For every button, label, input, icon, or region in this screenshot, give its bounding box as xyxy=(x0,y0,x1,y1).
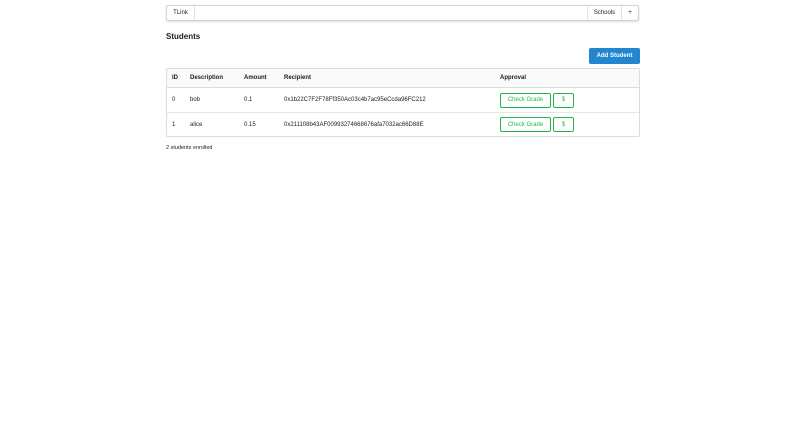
column-header-id: ID xyxy=(167,69,185,88)
column-header-amount: Amount xyxy=(239,69,279,88)
cell-id: 1 xyxy=(167,112,185,136)
cell-id: 0 xyxy=(172,97,176,103)
cell-recipient: 0x211108b43AF00993274668676afa7032ac66D8… xyxy=(279,112,495,136)
table-row: 0 bob 0.1 0x1b22C7F2F78Ff350Ac03c4b7ac95… xyxy=(167,88,639,112)
cell-amount: 0.1 xyxy=(244,97,253,103)
schools-link[interactable]: Schools xyxy=(587,6,621,20)
page-title: Students xyxy=(166,32,201,41)
enrollment-count: 2 students enrolled xyxy=(166,145,213,151)
table-row: 1 alice 0.15 0x211108b43AF00993274668676… xyxy=(167,112,639,136)
check-grade-button[interactable]: Check Grade xyxy=(500,92,551,108)
cell-amount: 0.15 xyxy=(239,112,279,136)
pay-button[interactable]: $ xyxy=(553,92,574,108)
students-table: ID Description Amount Recipient Approval… xyxy=(166,68,640,137)
brand-link[interactable]: TLink xyxy=(167,6,195,20)
cell-approval: Check Grade $ xyxy=(495,112,639,136)
cell-description: alice xyxy=(185,112,239,136)
column-header-approval: Approval xyxy=(495,69,639,88)
pay-button[interactable]: $ xyxy=(553,117,574,132)
add-menu-button[interactable]: + xyxy=(621,6,638,20)
add-student-button[interactable]: Add Student xyxy=(589,48,640,64)
top-menu: TLink Schools + xyxy=(166,5,639,21)
cell-approval: Check Grade $ xyxy=(495,88,639,112)
column-header-description: Description xyxy=(185,69,239,88)
check-grade-button[interactable]: Check Grade xyxy=(500,117,551,132)
cell-description: bob xyxy=(190,97,201,103)
table-header-row: ID Description Amount Recipient Approval xyxy=(167,69,639,88)
column-header-recipient: Recipient xyxy=(279,69,495,88)
cell-recipient: 0x1b22C7F2F78Ff350Ac03c4b7ac95eCcda96FC2… xyxy=(284,97,426,103)
